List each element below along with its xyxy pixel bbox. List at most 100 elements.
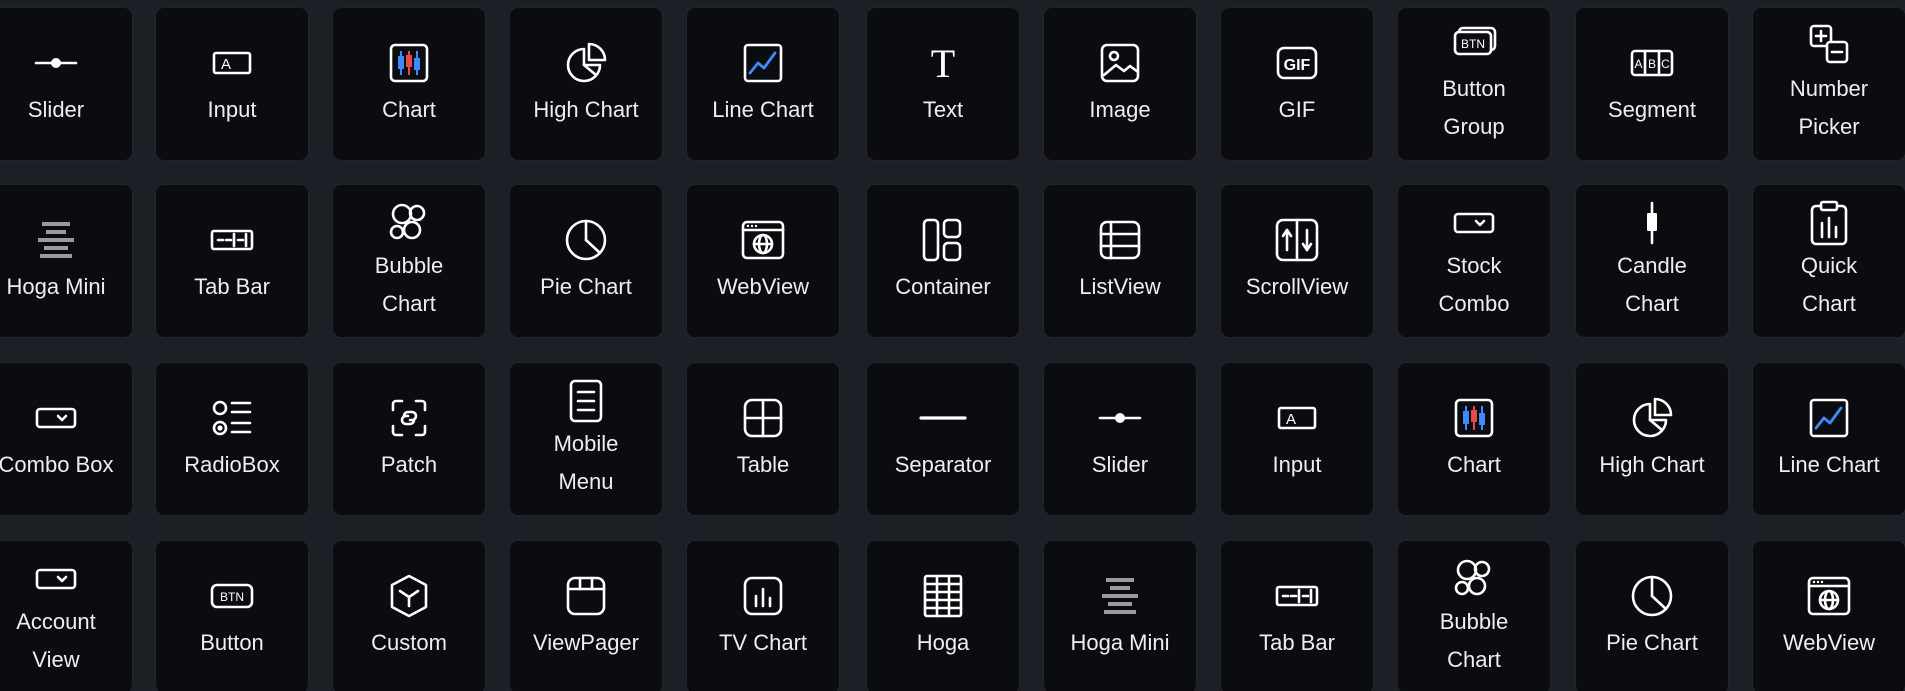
component-palette-grid: Slider A Input Chart High Chart Line Chart T Te…	[0, 0, 1905, 691]
component-tile-patch[interactable]: Patch	[332, 362, 486, 516]
component-tile-table[interactable]: Table	[686, 362, 840, 516]
custom-cube-icon	[385, 572, 433, 620]
pie-chart-icon	[562, 216, 610, 264]
svg-text:B: B	[1648, 57, 1656, 71]
component-tile-candle-chart[interactable]: Candle Chart	[1575, 184, 1729, 338]
radiobox-icon	[208, 394, 256, 442]
component-tile-label: Container	[895, 274, 991, 299]
component-tile-label: ScrollView	[1245, 274, 1349, 299]
component-tile-line-chart[interactable]: Line Chart	[686, 7, 840, 161]
component-tile-label: Input	[207, 97, 257, 122]
webview-icon	[1805, 572, 1853, 620]
component-tile-label: High Chart	[1599, 452, 1705, 477]
component-tile-label: Hoga	[916, 630, 970, 655]
component-tile-number-picker[interactable]: Number Picker	[1752, 7, 1905, 161]
tab-bar-icon	[1273, 572, 1321, 620]
component-tile-scrollview[interactable]: ScrollView	[1220, 184, 1374, 338]
component-tile-text[interactable]: T Text	[866, 7, 1020, 161]
high-chart-icon	[562, 39, 610, 87]
hoga-mini-icon	[32, 216, 80, 264]
viewpager-icon	[562, 572, 610, 620]
component-tile-label: Button	[200, 630, 264, 655]
component-tile-hoga[interactable]: Hoga	[866, 540, 1020, 691]
input-icon: A	[208, 39, 256, 87]
component-tile-label: RadioBox	[184, 452, 280, 477]
table-icon	[739, 394, 787, 442]
component-tile-quick-chart[interactable]: Quick Chart	[1752, 184, 1905, 338]
combo-icon	[32, 394, 80, 442]
component-tile-high-chart[interactable]: High Chart	[1575, 362, 1729, 516]
component-tile-label: Button Group	[1442, 76, 1506, 139]
gif-icon: GIF	[1273, 39, 1321, 87]
component-tile-label: Line Chart	[712, 97, 814, 122]
component-tile-label: Image	[1089, 97, 1151, 122]
component-tile-chart[interactable]: Chart	[1397, 362, 1551, 516]
component-tile-label: Chart	[382, 97, 436, 122]
component-tile-stock-combo[interactable]: Stock Combo	[1397, 184, 1551, 338]
component-tile-pie-chart[interactable]: Pie Chart	[1575, 540, 1729, 691]
component-tile-separator[interactable]: Separator	[866, 362, 1020, 516]
component-tile-account-view[interactable]: Account View	[0, 540, 133, 691]
component-tile-radiobox[interactable]: RadioBox	[155, 362, 309, 516]
component-tile-label: Pie Chart	[1606, 630, 1698, 655]
combo-icon	[1450, 199, 1498, 247]
component-tile-button[interactable]: BTN Button	[155, 540, 309, 691]
component-tile-container[interactable]: Container	[866, 184, 1020, 338]
component-tile-label: Chart	[1447, 452, 1501, 477]
component-tile-input[interactable]: A Input	[1220, 362, 1374, 516]
tab-bar-icon	[208, 216, 256, 264]
component-tile-label: Line Chart	[1778, 452, 1880, 477]
component-tile-tab-bar[interactable]: Tab Bar	[1220, 540, 1374, 691]
text-icon: T	[919, 39, 967, 87]
segment-icon: ABC	[1628, 39, 1676, 87]
component-tile-label: Slider	[27, 97, 85, 122]
component-tile-tv-chart[interactable]: TV Chart	[686, 540, 840, 691]
mobile-menu-icon	[562, 377, 610, 425]
component-tile-viewpager[interactable]: ViewPager	[509, 540, 663, 691]
button-group-icon: BTN	[1450, 22, 1498, 70]
component-tile-tab-bar[interactable]: Tab Bar	[155, 184, 309, 338]
candlestick-chart-icon	[385, 39, 433, 87]
component-tile-image[interactable]: Image	[1043, 7, 1197, 161]
component-tile-label: GIF	[1278, 97, 1316, 122]
component-tile-label: High Chart	[533, 97, 639, 122]
component-tile-label: Slider	[1091, 452, 1149, 477]
component-tile-webview[interactable]: WebView	[1752, 540, 1905, 691]
tv-chart-icon	[739, 572, 787, 620]
listview-icon	[1096, 216, 1144, 264]
component-tile-slider[interactable]: Slider	[1043, 362, 1197, 516]
component-tile-hoga-mini[interactable]: Hoga Mini	[0, 184, 133, 338]
component-tile-bubble-chart[interactable]: Bubble Chart	[332, 184, 486, 338]
slider-icon	[1096, 394, 1144, 442]
component-tile-pie-chart[interactable]: Pie Chart	[509, 184, 663, 338]
component-tile-chart[interactable]: Chart	[332, 7, 486, 161]
component-tile-high-chart[interactable]: High Chart	[509, 7, 663, 161]
hoga-mini-icon	[1096, 572, 1144, 620]
high-chart-icon	[1628, 394, 1676, 442]
component-tile-mobile-menu[interactable]: Mobile Menu	[509, 362, 663, 516]
component-tile-segment[interactable]: A B C Segment	[1575, 7, 1729, 161]
component-tile-line-chart[interactable]: Line Chart	[1752, 362, 1905, 516]
combo-icon	[32, 555, 80, 603]
button-icon: BTN	[208, 572, 256, 620]
input-icon: A	[1273, 394, 1321, 442]
component-tile-gif[interactable]: GIF GIF	[1220, 7, 1374, 161]
component-tile-webview[interactable]: WebView	[686, 184, 840, 338]
svg-text:C: C	[1661, 57, 1670, 71]
component-tile-combo-box[interactable]: Combo Box	[0, 362, 133, 516]
container-icon	[919, 216, 967, 264]
component-tile-label: Separator	[894, 452, 992, 477]
webview-icon	[739, 216, 787, 264]
component-tile-bubble-chart[interactable]: Bubble Chart	[1397, 540, 1551, 691]
component-tile-listview[interactable]: ListView	[1043, 184, 1197, 338]
component-tile-hoga-mini[interactable]: Hoga Mini	[1043, 540, 1197, 691]
hoga-icon	[919, 572, 967, 620]
component-tile-custom[interactable]: Custom	[332, 540, 486, 691]
component-tile-input[interactable]: A Input	[155, 7, 309, 161]
component-tile-label: Candle Chart	[1617, 253, 1687, 316]
component-tile-slider[interactable]: Slider	[0, 7, 133, 161]
component-tile-label: Bubble Chart	[1439, 609, 1509, 672]
svg-text:A: A	[1634, 57, 1642, 71]
component-tile-button-group[interactable]: BTN Button Group	[1397, 7, 1551, 161]
pie-chart-icon	[1628, 572, 1676, 620]
